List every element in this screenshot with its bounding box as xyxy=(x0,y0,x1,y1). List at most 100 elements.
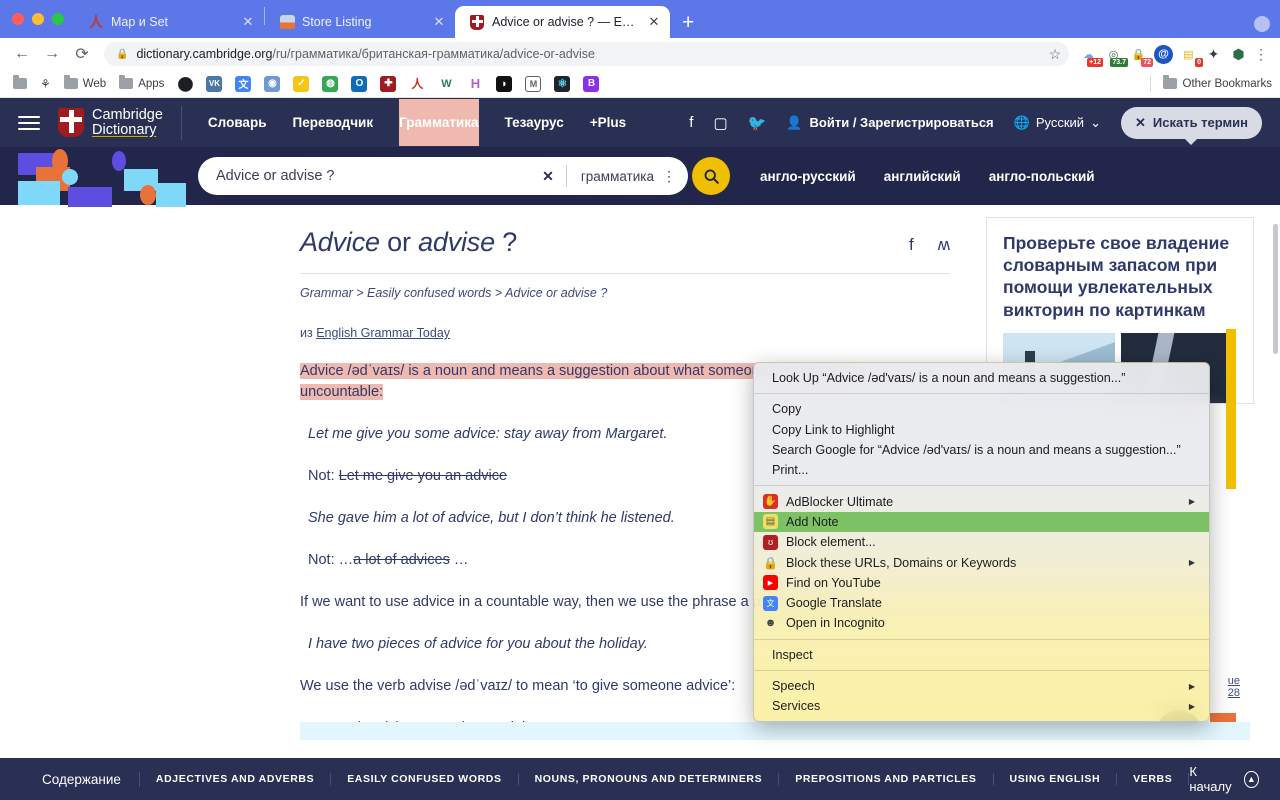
forward-icon[interactable]: → xyxy=(38,40,66,68)
context-menu-item-copy-link-to-highlight[interactable]: Copy Link to Highlight xyxy=(754,420,1209,440)
dict-link-english-polish[interactable]: англо-польский xyxy=(989,169,1095,184)
footer-item-nouns-pronouns-and-determiners[interactable]: NOUNS, PRONOUNS AND DETERMINERS xyxy=(519,773,780,785)
maximize-window-button[interactable] xyxy=(52,13,64,25)
bookmark-github[interactable]: ⬤ xyxy=(172,74,198,94)
bookmark-gmail[interactable]: M xyxy=(520,74,546,94)
title-word-advice: Advice xyxy=(300,227,380,257)
password-manager-extension-icon[interactable]: 🔒 72 xyxy=(1129,45,1153,67)
bookmark-react[interactable]: ⚛ xyxy=(549,74,575,94)
vk-share-icon[interactable]: ʍ xyxy=(938,235,950,255)
bookmark-outlook[interactable]: O xyxy=(346,74,372,94)
context-menu-item-services[interactable]: Services ▶ xyxy=(754,696,1209,716)
tab-close-button[interactable]: ✕ xyxy=(240,14,256,30)
tab-close-button[interactable]: ✕ xyxy=(646,14,662,30)
weather-extension-icon[interactable]: ☁ +12 xyxy=(1079,45,1103,67)
minimize-window-button[interactable] xyxy=(32,13,44,25)
globe-extension-icon[interactable]: ⬢ xyxy=(1229,45,1248,64)
nav-link-thesaurus[interactable]: Тезаурус xyxy=(505,99,564,146)
bookmark-globe[interactable]: ◉ xyxy=(259,74,285,94)
context-menu-item-adblocker-ultimate[interactable]: ✋ AdBlocker Ultimate ▶ xyxy=(754,491,1209,511)
site-menu-icon[interactable] xyxy=(18,115,40,130)
context-menu-item-block-element[interactable]: ʊ Block element... xyxy=(754,532,1209,552)
facebook-share-icon[interactable]: f xyxy=(909,235,914,255)
context-menu-item-open-in-incognito[interactable]: ☻ Open in Incognito xyxy=(754,613,1209,633)
context-menu-item-google-translate[interactable]: 文 Google Translate xyxy=(754,593,1209,613)
bookmark-folder-web[interactable]: Web xyxy=(59,75,111,92)
browser-tab-2[interactable]: Store Listing ✕ xyxy=(265,6,455,38)
footer-item-using-english[interactable]: USING ENGLISH xyxy=(994,773,1118,785)
search-box[interactable]: ✕ грамматика ⋮ xyxy=(198,157,688,195)
page-scrollbar[interactable] xyxy=(1272,98,1280,740)
address-bar[interactable]: 🔒 dictionary.cambridge.org/ru/грамматика… xyxy=(104,42,1069,66)
browser-tab-3-active[interactable]: Advice or advise ? — English G ✕ xyxy=(455,6,670,38)
bookmark-star-item[interactable]: ⚘ xyxy=(35,75,56,93)
tab-search-icon[interactable] xyxy=(1254,16,1270,32)
nav-link-plus[interactable]: +Plus xyxy=(590,99,626,146)
facebook-icon[interactable]: f xyxy=(689,114,693,131)
bookmark-wikiwand[interactable]: W xyxy=(433,74,459,94)
bookmark-h[interactable]: H xyxy=(462,74,488,94)
footer-item-verbs[interactable]: VERBS xyxy=(1117,773,1190,785)
bookmark-pocket[interactable]: ◗ xyxy=(491,74,517,94)
bookmark-cambridge[interactable]: ✚ xyxy=(375,74,401,94)
context-menu-item-copy[interactable]: Copy xyxy=(754,399,1209,419)
bookmark-google-translate[interactable]: 文 xyxy=(230,74,256,94)
menu-item-label: Search Google for “Advice /əd'vaɪs/ is a… xyxy=(772,443,1181,458)
search-input[interactable] xyxy=(216,168,531,184)
back-to-top-button[interactable]: К началу ▲ xyxy=(1189,764,1266,794)
bookmark-check[interactable]: ✓ xyxy=(288,74,314,94)
twitter-icon[interactable]: 🐦 xyxy=(748,114,767,132)
notes-extension-icon[interactable]: ▤ 0 xyxy=(1179,45,1203,67)
nav-link-grammar[interactable]: Грамматика xyxy=(399,99,479,146)
nav-link-translator[interactable]: Переводчик xyxy=(293,99,374,146)
search-term-button[interactable]: ✕ Искать термин xyxy=(1120,106,1262,145)
language-selector[interactable]: 🌐 Русский ⌄ xyxy=(1014,115,1101,131)
context-menu-item-find-on-youtube[interactable]: ▶ Find on YouTube xyxy=(754,573,1209,593)
search-options-icon[interactable]: ⋮ xyxy=(662,168,682,185)
browser-menu-icon[interactable]: ⋮ xyxy=(1250,46,1272,63)
context-menu-item-look-up[interactable]: Look Up “Advice /əd'vaɪs/ is a noun and … xyxy=(754,368,1209,388)
back-icon[interactable]: ← xyxy=(8,40,36,68)
context-menu-item-block-urls[interactable]: 🔒 Block these URLs, Domains or Keywords … xyxy=(754,552,1209,572)
breadcrumb[interactable]: Grammar > Easily confused words > Advice… xyxy=(300,286,950,300)
other-bookmarks-button[interactable]: Other Bookmarks xyxy=(1144,75,1272,92)
search-scope-label[interactable]: грамматика xyxy=(567,169,662,184)
new-tab-button[interactable]: + xyxy=(670,8,706,38)
footer-item-easily-confused-words[interactable]: EASILY CONFUSED WORDS xyxy=(331,773,519,785)
bookmark-star-icon[interactable]: ☆ xyxy=(1043,46,1067,63)
context-menu-item-print[interactable]: Print... xyxy=(754,460,1209,480)
instagram-icon[interactable]: ▢ xyxy=(713,114,727,132)
sign-in-button[interactable]: 👤 Войти / Зарегистрироваться xyxy=(786,115,993,131)
tab-close-button[interactable]: ✕ xyxy=(431,14,447,30)
close-window-button[interactable] xyxy=(12,13,24,25)
scrollbar-thumb[interactable] xyxy=(1273,224,1278,354)
nav-link-dictionary[interactable]: Словарь xyxy=(208,99,267,146)
reload-icon[interactable]: ⟳ xyxy=(68,40,96,68)
bookmark-folder-apps[interactable]: Apps xyxy=(114,75,169,92)
puzzle-extensions-icon[interactable]: ✦ xyxy=(1204,45,1223,64)
bookmark-maps[interactable]: ◍ xyxy=(317,74,343,94)
context-menu-item-inspect[interactable]: Inspect xyxy=(754,645,1209,665)
footer-item-adjectives-and-adverbs[interactable]: ADJECTIVES AND ADVERBS xyxy=(140,773,332,785)
currency-extension-icon[interactable]: ◎ 73.7 xyxy=(1104,45,1128,67)
dict-link-english[interactable]: английский xyxy=(884,169,961,184)
context-menu[interactable]: Look Up “Advice /əd'vaɪs/ is a noun and … xyxy=(753,362,1210,723)
contents-label[interactable]: Содержание xyxy=(42,771,140,787)
bookmark-b[interactable]: B xyxy=(578,74,604,94)
bookmark-map[interactable]: 人 xyxy=(404,74,430,94)
bookmark-folder-0[interactable] xyxy=(8,75,32,91)
ad-link-2[interactable]: 28 xyxy=(1228,687,1240,699)
footer-item-prepositions-and-particles[interactable]: PREPOSITIONS AND PARTICLES xyxy=(779,773,994,785)
clear-search-icon[interactable]: ✕ xyxy=(530,168,566,185)
cambridge-dictionary-logo[interactable]: Cambridge Dictionary xyxy=(58,105,182,140)
browser-tab-1[interactable]: 人 Map и Set ✕ xyxy=(74,6,264,38)
source-link[interactable]: English Grammar Today xyxy=(316,326,450,340)
ad-link-1[interactable]: ue xyxy=(1228,675,1240,687)
bookmark-vk[interactable]: VK xyxy=(201,74,227,94)
search-submit-button[interactable] xyxy=(692,157,730,195)
context-menu-item-speech[interactable]: Speech ▶ xyxy=(754,676,1209,696)
dict-link-english-russian[interactable]: англо-русский xyxy=(760,169,856,184)
context-menu-item-add-note[interactable]: ▤ Add Note xyxy=(754,511,1209,533)
context-menu-item-search-google[interactable]: Search Google for “Advice /əd'vaɪs/ is a… xyxy=(754,440,1209,460)
mail-extension-icon[interactable]: @ xyxy=(1154,44,1173,64)
